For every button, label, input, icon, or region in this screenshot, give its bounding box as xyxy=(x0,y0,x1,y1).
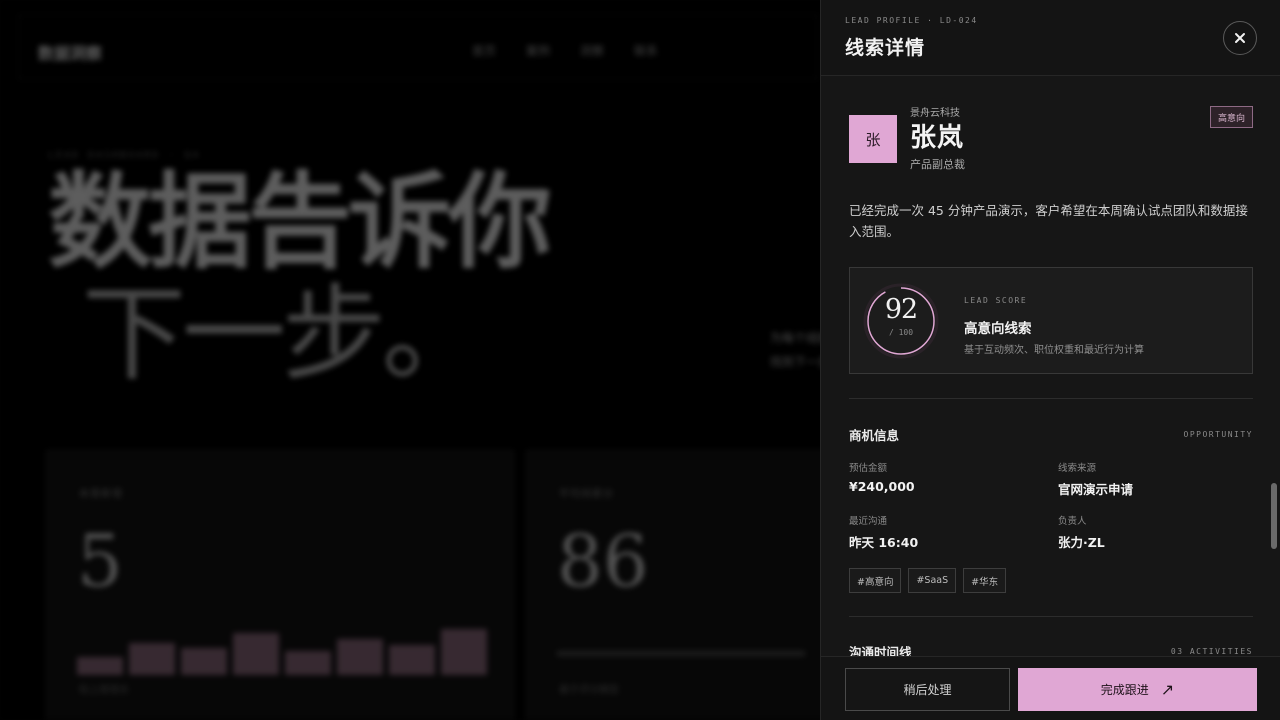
close-button[interactable] xyxy=(1223,21,1257,55)
score-value: 92 xyxy=(884,294,918,325)
complete-follow-up-button[interactable]: 完成跟进 ↗ xyxy=(1018,668,1257,711)
estimated-amount-value: ¥240,000 xyxy=(849,479,915,494)
opportunity-title: 商机信息 xyxy=(849,428,900,443)
complete-follow-up-label: 完成跟进 xyxy=(1100,683,1149,697)
score-max: / 100 xyxy=(888,328,914,337)
lead-job-title: 产品副总裁 xyxy=(910,158,965,171)
estimated-amount-label: 预估金额 xyxy=(849,463,888,474)
drawer-title: 线索详情 xyxy=(845,37,926,59)
score-kicker: LEAD SCORE xyxy=(964,296,1028,305)
opportunity-kicker: OPPORTUNITY xyxy=(1183,430,1253,439)
defer-button[interactable]: 稍后处理 xyxy=(845,668,1010,711)
timeline-title: 沟通时间线 xyxy=(849,645,912,656)
score-description: 基于互动频次、职位权重和最近行为计算 xyxy=(964,345,1144,356)
modal-backdrop[interactable] xyxy=(0,0,820,720)
lead-detail-drawer: LEAD PROFILE · LD-024 线索详情 张 景舟云科技 张岚 产品… xyxy=(820,0,1280,720)
owner-label: 负责人 xyxy=(1058,516,1087,527)
lead-summary: 已经完成一次 45 分钟产品演示，客户希望在本周确认试点团队和数据接入范围。 xyxy=(849,203,1248,239)
divider xyxy=(849,398,1253,399)
divider xyxy=(849,616,1253,617)
last-contact-label: 最近沟通 xyxy=(849,516,888,527)
drawer-header: LEAD PROFILE · LD-024 线索详情 xyxy=(821,0,1280,76)
lead-name: 张岚 xyxy=(910,123,965,153)
tag-list: #高意向 #SaaS #华东 xyxy=(849,568,1007,593)
scrollbar-thumb[interactable] xyxy=(1271,483,1277,549)
drawer-footer: 稍后处理 完成跟进 ↗ xyxy=(821,656,1280,720)
intent-badge: 高意向 xyxy=(1210,106,1253,128)
tag[interactable]: #高意向 xyxy=(849,568,902,593)
tag[interactable]: #华东 xyxy=(963,568,1007,593)
lead-source-label: 线索来源 xyxy=(1058,463,1097,474)
lead-score-card: 92 / 100 LEAD SCORE 高意向线索 基于互动频次、职位权重和最近… xyxy=(849,267,1253,374)
avatar: 张 xyxy=(849,115,897,163)
lead-source-value: 官网演示申请 xyxy=(1058,482,1134,497)
arrow-up-right-icon: ↗ xyxy=(1160,680,1175,699)
drawer-eyebrow: LEAD PROFILE · LD-024 xyxy=(845,16,978,25)
tag[interactable]: #SaaS xyxy=(908,568,957,593)
defer-button-label: 稍后处理 xyxy=(903,683,952,697)
owner-value: 张力·ZL xyxy=(1058,535,1105,550)
drawer-body[interactable]: 张 景舟云科技 张岚 产品副总裁 高意向 已经完成一次 45 分钟产品演示，客户… xyxy=(821,77,1280,656)
close-icon xyxy=(1235,33,1245,43)
last-contact-value: 昨天 16:40 xyxy=(849,535,919,550)
timeline-kicker: 03 ACTIVITIES xyxy=(1170,647,1253,656)
score-title: 高意向线索 xyxy=(964,321,1032,337)
